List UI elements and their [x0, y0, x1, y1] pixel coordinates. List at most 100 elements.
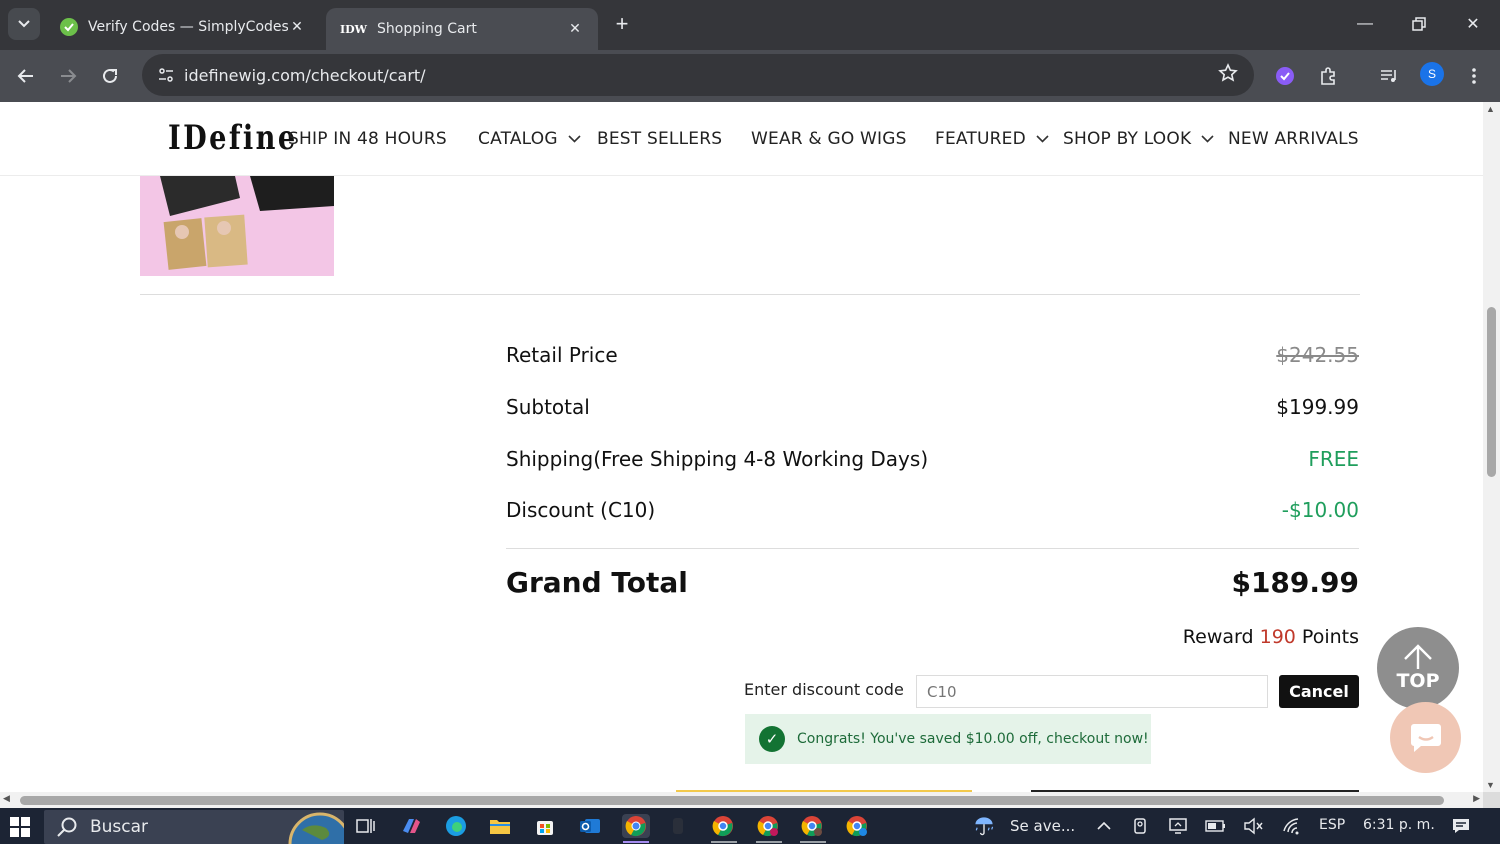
running-app-indicator [711, 841, 737, 843]
extension-simplycodes-icon[interactable] [1271, 62, 1299, 90]
tab-shopping-cart[interactable]: IDW Shopping Cart ✕ [326, 8, 598, 50]
forward-button[interactable] [52, 60, 84, 92]
scrollbar-thumb[interactable] [20, 796, 1444, 805]
new-tab-button[interactable]: + [608, 10, 636, 38]
outlook-icon[interactable] [578, 814, 602, 838]
menu-featured[interactable]: FEATURED [935, 102, 1049, 176]
grand-total-label: Grand Total [506, 566, 688, 599]
weather-text[interactable]: Se ave... [1010, 817, 1075, 835]
file-explorer-icon[interactable] [488, 814, 512, 838]
restore-icon [1412, 17, 1426, 31]
menu-label: NEW ARRIVALS [1228, 129, 1359, 149]
notifications-icon[interactable] [1449, 814, 1473, 838]
vertical-scrollbar[interactable]: ▲ ▼ [1483, 102, 1500, 792]
search-highlight-globe-icon [288, 812, 344, 844]
reload-button[interactable] [94, 60, 126, 92]
battery-icon[interactable] [1204, 814, 1228, 838]
discount-code-label: Enter discount code [744, 680, 904, 699]
scroll-right-arrow-icon[interactable]: ▶ [1473, 793, 1480, 804]
live-chat-button[interactable] [1390, 702, 1461, 773]
back-button[interactable] [10, 60, 42, 92]
retail-price-value: $242.55 [1276, 343, 1359, 367]
taskbar-search[interactable]: Buscar [44, 810, 344, 844]
url-text: idefinewig.com/checkout/cart/ [184, 65, 426, 85]
arrow-up-icon [1404, 644, 1432, 669]
discount-success-message: ✓ Congrats! You've saved $10.00 off, che… [745, 714, 1151, 764]
scrollbar-thumb[interactable] [1487, 307, 1496, 477]
cancel-discount-button[interactable]: Cancel [1279, 675, 1359, 708]
back-to-top-button[interactable]: TOP [1377, 627, 1459, 709]
display-settings-icon[interactable] [1166, 814, 1190, 838]
windows-taskbar: Buscar Se ave... ESP 6:31 p. m. [0, 808, 1500, 844]
site-info-icon[interactable] [154, 63, 178, 87]
summary-divider [506, 548, 1359, 549]
close-icon[interactable]: ✕ [566, 21, 584, 37]
close-window-button[interactable]: ✕ [1453, 8, 1493, 40]
address-bar[interactable]: idefinewig.com/checkout/cart/ [142, 54, 1254, 96]
media-controls-icon[interactable] [1375, 62, 1403, 90]
extensions-puzzle-icon[interactable] [1314, 62, 1342, 90]
reward-suffix: Points [1301, 626, 1359, 648]
wifi-icon[interactable] [1280, 814, 1304, 838]
windows-start-icon[interactable] [10, 817, 30, 837]
chrome-profile-3-icon[interactable] [800, 814, 824, 838]
chrome-profile-2-icon[interactable] [756, 814, 780, 838]
scroll-down-arrow-icon[interactable]: ▼ [1486, 780, 1495, 790]
menu-label: BEST SELLERS [597, 129, 723, 149]
retail-price-label: Retail Price [506, 343, 618, 367]
discount-code-input[interactable] [916, 675, 1268, 708]
language-indicator[interactable]: ESP [1319, 817, 1345, 833]
clock[interactable]: 6:31 p. m. [1363, 817, 1435, 833]
more-menu-icon[interactable] [1460, 62, 1488, 90]
chevron-down-icon [568, 135, 581, 143]
task-view-icon[interactable] [354, 814, 378, 838]
chrome-profile-4-icon[interactable] [845, 814, 869, 838]
meet-camera-icon[interactable] [1129, 814, 1153, 838]
microsoft-store-icon[interactable] [533, 814, 557, 838]
reload-icon [103, 68, 117, 83]
restore-button[interactable] [1399, 8, 1439, 40]
site-header: IDefine SHIP IN 48 HOURS CATALOG BEST SE… [0, 102, 1483, 176]
discount-label: Discount (C10) [506, 498, 656, 522]
menu-best-sellers[interactable]: BEST SELLERS [597, 102, 722, 176]
arrow-right-icon [61, 69, 77, 83]
running-app-indicator [800, 841, 826, 843]
menu-label: SHOP BY LOOK [1063, 129, 1192, 149]
tray-expand-chevron-icon[interactable] [1092, 814, 1116, 838]
check-circle-icon: ✓ [759, 726, 785, 752]
subtotal-row: Subtotal $199.99 [506, 392, 1359, 422]
menu-shop-by-look[interactable]: SHOP BY LOOK [1063, 102, 1214, 176]
success-text: Congrats! You've saved $10.00 off, check… [797, 731, 1149, 747]
bookmark-star-icon[interactable] [1218, 63, 1238, 88]
close-icon[interactable]: ✕ [288, 19, 306, 35]
arrow-left-icon [17, 69, 33, 83]
tab-simplycodes[interactable]: Verify Codes — SimplyCodes ✕ [46, 8, 320, 46]
app-dark-icon[interactable] [666, 814, 690, 838]
retail-price-row: Retail Price $242.55 [506, 340, 1359, 370]
menu-wear-and-go-wigs[interactable]: WEAR & GO WIGS [751, 102, 907, 176]
chrome-active-icon[interactable] [622, 814, 650, 838]
product-image[interactable] [140, 176, 334, 276]
chevron-down-icon [1036, 135, 1049, 143]
tab-search-button[interactable] [8, 8, 40, 40]
weather-rain-icon[interactable] [972, 814, 996, 838]
subtotal-value: $199.99 [1276, 395, 1359, 419]
horizontal-scrollbar[interactable]: ◀ ▶ [0, 792, 1483, 808]
edge-browser-icon[interactable] [444, 814, 468, 838]
discount-row: Discount (C10) -$10.00 [506, 495, 1359, 525]
chrome-profile-1-icon[interactable] [711, 814, 735, 838]
tab-title: Shopping Cart [377, 21, 477, 37]
menu-catalog[interactable]: CATALOG [478, 102, 581, 176]
chevron-down-icon [18, 20, 30, 28]
menu-ship-in-48-hours[interactable]: SHIP IN 48 HOURS [288, 102, 447, 176]
minimize-button[interactable]: — [1345, 8, 1385, 40]
site-logo[interactable]: IDefine [168, 118, 298, 158]
volume-muted-icon[interactable] [1241, 814, 1265, 838]
scroll-left-arrow-icon[interactable]: ◀ [3, 793, 10, 804]
discount-value: -$10.00 [1281, 498, 1359, 522]
copilot-icon[interactable] [399, 814, 423, 838]
profile-avatar[interactable]: S [1420, 62, 1444, 86]
scroll-up-arrow-icon[interactable]: ▲ [1486, 104, 1495, 114]
menu-new-arrivals[interactable]: NEW ARRIVALS [1228, 102, 1359, 176]
shipping-value: FREE [1308, 447, 1359, 471]
